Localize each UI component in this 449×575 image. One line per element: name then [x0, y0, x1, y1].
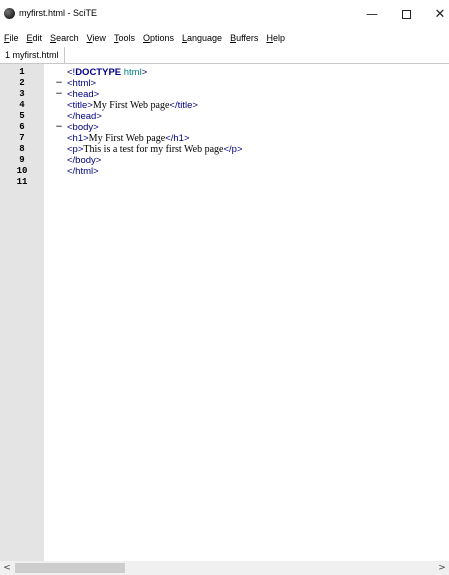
- scite-app-icon[interactable]: [4, 8, 15, 19]
- code-line[interactable]: 11: [0, 177, 449, 188]
- fold-toggle-icon[interactable]: −: [55, 78, 63, 89]
- code-token: <h1>: [67, 133, 89, 144]
- menu-accelerator: O: [142, 33, 150, 43]
- title-bar: myfirst.html - SciTE — ✕: [0, 0, 449, 28]
- code-token: >: [141, 67, 148, 78]
- fold-toggle-icon[interactable]: −: [55, 122, 63, 133]
- code-line[interactable]: 10 </html>: [0, 166, 449, 177]
- menu-label-rest: ile: [9, 33, 19, 43]
- code-token: </body>: [67, 155, 102, 166]
- code-token: <body>: [67, 122, 99, 133]
- window-title: myfirst.html - SciTE: [19, 8, 97, 18]
- code-token: <head>: [67, 89, 100, 100]
- line-number: 9: [19, 155, 25, 165]
- code-token: <title>: [67, 100, 93, 111]
- code-token: My First Web page: [88, 133, 166, 144]
- code-token: <p>: [67, 144, 84, 155]
- menu-label-rest: ools: [118, 33, 135, 43]
- code-token: </p>: [223, 144, 243, 155]
- menu-item-view[interactable]: View: [83, 33, 110, 43]
- line-number: 8: [19, 144, 25, 154]
- minimize-button[interactable]: —: [355, 0, 389, 28]
- code-text: <!DOCTYPE html>: [67, 67, 147, 78]
- code-token: </html>: [67, 166, 99, 177]
- code-text: <h1>My First Web page</h1>: [67, 133, 190, 144]
- line-number: 7: [19, 133, 25, 143]
- menu-label-rest: uffers: [236, 33, 259, 43]
- menu-item-tools[interactable]: Tools: [110, 33, 139, 43]
- maximize-icon: [401, 9, 411, 19]
- code-text: <body>: [67, 122, 99, 133]
- menu-label-rest: dit: [32, 33, 43, 43]
- code-token: <!: [67, 67, 76, 78]
- menu-label-rest: anguage: [187, 33, 223, 43]
- menu-label-rest: ptions: [149, 33, 174, 43]
- code-line[interactable]: 4 <title>My First Web page</title>: [0, 100, 449, 111]
- line-number: 4: [19, 100, 25, 110]
- code-token: This is a test for my first Web page: [83, 144, 224, 155]
- menu-item-search[interactable]: Search: [46, 33, 83, 43]
- code-token: </head>: [67, 111, 102, 122]
- code-token: html: [121, 67, 142, 78]
- code-line[interactable]: 6 − <body>: [0, 122, 449, 133]
- menu-bar: File Edit Search View Tools Options Language Bu…: [0, 31, 449, 45]
- fold-toggle-icon[interactable]: −: [55, 89, 63, 100]
- code-text: </body>: [67, 155, 101, 166]
- line-number: 2: [19, 78, 25, 88]
- code-text: <head>: [67, 89, 99, 100]
- code-text: <p>This is a test for my first Web page<…: [67, 144, 243, 155]
- scite-window: myfirst.html - SciTE — ✕ File Edit Search V…: [0, 0, 449, 575]
- code-text: <html>: [67, 78, 96, 89]
- code-token: </title>: [169, 100, 198, 111]
- close-icon: ✕: [434, 6, 446, 22]
- menu-item-help[interactable]: Help: [262, 33, 289, 43]
- close-button[interactable]: ✕: [423, 0, 449, 28]
- menu-label-rest: earch: [56, 33, 79, 43]
- code-line[interactable]: 9 </body>: [0, 155, 449, 166]
- horizontal-scrollbar[interactable]: < >: [0, 561, 449, 575]
- code-line[interactable]: 3 − <head>: [0, 89, 449, 100]
- menu-item-language[interactable]: Language: [178, 33, 226, 43]
- menu-label-rest: iew: [92, 33, 106, 43]
- line-number: 1: [19, 67, 25, 77]
- code-text: </html>: [67, 166, 99, 177]
- minimize-icon: —: [366, 7, 378, 21]
- menu-item-edit[interactable]: Edit: [23, 33, 47, 43]
- menu-item-buffers[interactable]: Buffers: [226, 33, 262, 43]
- editor-area[interactable]: 1 <!DOCTYPE html> 2− <html> 3− <head> 4 <title>…: [0, 64, 449, 561]
- code-token: </h1>: [165, 133, 190, 144]
- scroll-right-arrow-icon[interactable]: >: [435, 561, 449, 575]
- scroll-left-arrow-icon[interactable]: <: [0, 561, 14, 575]
- tab-bar: 1 myfirst.html: [0, 47, 449, 64]
- line-number: 3: [19, 89, 25, 99]
- tab-myfirst-html[interactable]: 1 myfirst.html: [0, 47, 65, 63]
- menu-item-file[interactable]: File: [0, 33, 23, 43]
- maximize-button[interactable]: [389, 0, 423, 28]
- line-number: 5: [19, 111, 25, 121]
- menu-item-options[interactable]: Options: [139, 33, 178, 43]
- line-number: 6: [19, 122, 25, 132]
- code-token: DOCTYPE: [75, 67, 122, 78]
- line-number: 11: [16, 177, 28, 187]
- code-token: <html>: [67, 78, 97, 89]
- line-number: 10: [16, 166, 28, 176]
- scrollbar-thumb[interactable]: [15, 563, 125, 573]
- code-token: My First Web page: [92, 100, 170, 111]
- code-line[interactable]: 2 − <html>: [0, 78, 449, 89]
- menu-label-rest: elp: [272, 33, 285, 43]
- code-text: </head>: [67, 111, 102, 122]
- code-line[interactable]: 7 <h1>My First Web page</h1>: [0, 133, 449, 144]
- code-line[interactable]: 8 <p>This is a test for my first Web page…: [0, 144, 449, 155]
- code-line[interactable]: 1 <!DOCTYPE html>: [0, 67, 449, 78]
- code-text: <title>My First Web page</title>: [67, 100, 198, 111]
- code-line[interactable]: 5 </head>: [0, 111, 449, 122]
